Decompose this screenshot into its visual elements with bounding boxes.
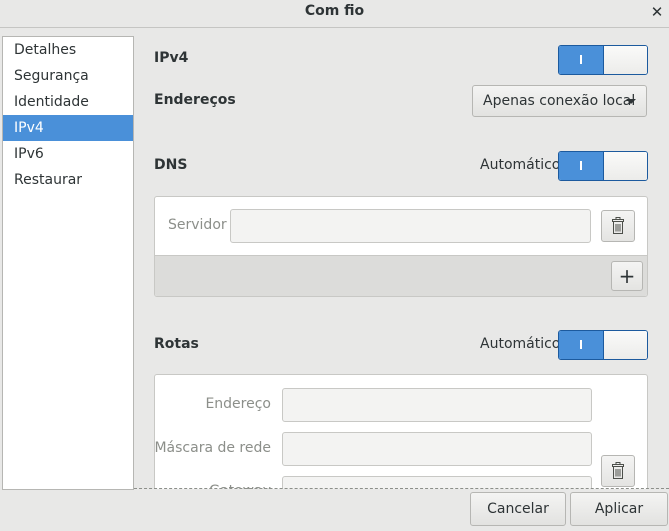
sidebar: Detalhes Segurança Identidade IPv4 IPv6 … — [2, 36, 134, 490]
apply-button[interactable]: Aplicar — [570, 492, 668, 526]
routes-automatic-toggle[interactable] — [558, 330, 648, 360]
dns-server-panel: Servidor + — [154, 196, 648, 297]
trash-icon — [612, 217, 624, 234]
route-address-label: Endereço — [205, 396, 271, 412]
sidebar-item-restaurar[interactable]: Restaurar — [3, 167, 133, 193]
sidebar-item-detalhes[interactable]: Detalhes — [3, 37, 133, 63]
route-netmask-label: Máscara de rede — [154, 440, 271, 456]
close-icon[interactable]: ✕ — [648, 2, 666, 22]
ipv4-heading: IPv4 — [154, 50, 189, 66]
switch-on-indicator — [559, 331, 604, 359]
plus-icon[interactable]: + — [611, 261, 643, 291]
route-address-input[interactable] — [282, 388, 592, 422]
dns-automatic-toggle[interactable] — [558, 151, 648, 181]
sidebar-item-ipv6[interactable]: IPv6 — [3, 141, 133, 167]
switch-knob — [604, 331, 647, 359]
ipv4-toggle[interactable] — [558, 45, 648, 75]
routes-automatic-label: Automático — [480, 336, 561, 352]
dns-delete-button[interactable] — [601, 210, 635, 242]
window-title: Com fio — [304, 3, 365, 19]
switch-on-indicator — [559, 46, 604, 74]
routes-panel: Endereço Máscara de rede Gateway — [154, 374, 648, 494]
switch-knob — [604, 152, 647, 180]
addresses-label: Endereços — [154, 92, 236, 108]
dns-automatic-label: Automático — [480, 157, 561, 173]
dns-server-label: Servidor — [168, 217, 227, 233]
sidebar-item-seguranca[interactable]: Segurança — [3, 63, 133, 89]
addresses-method-value: Apenas conexão local — [483, 93, 636, 109]
dns-server-input[interactable] — [230, 209, 591, 243]
dns-panel-footer — [155, 255, 647, 296]
routes-heading: Rotas — [154, 336, 199, 352]
switch-knob — [604, 46, 647, 74]
dns-heading: DNS — [154, 157, 188, 173]
route-delete-button[interactable] — [601, 455, 635, 487]
chevron-down-icon — [626, 99, 636, 104]
trash-icon — [612, 462, 624, 479]
sidebar-item-identidade[interactable]: Identidade — [3, 89, 133, 115]
switch-on-indicator — [559, 152, 604, 180]
cancel-button[interactable]: Cancelar — [470, 492, 566, 526]
route-netmask-input[interactable] — [282, 432, 592, 466]
sidebar-item-ipv4[interactable]: IPv4 — [3, 115, 133, 141]
addresses-method-dropdown[interactable]: Apenas conexão local — [472, 85, 647, 117]
scroll-edge-divider — [134, 488, 669, 489]
